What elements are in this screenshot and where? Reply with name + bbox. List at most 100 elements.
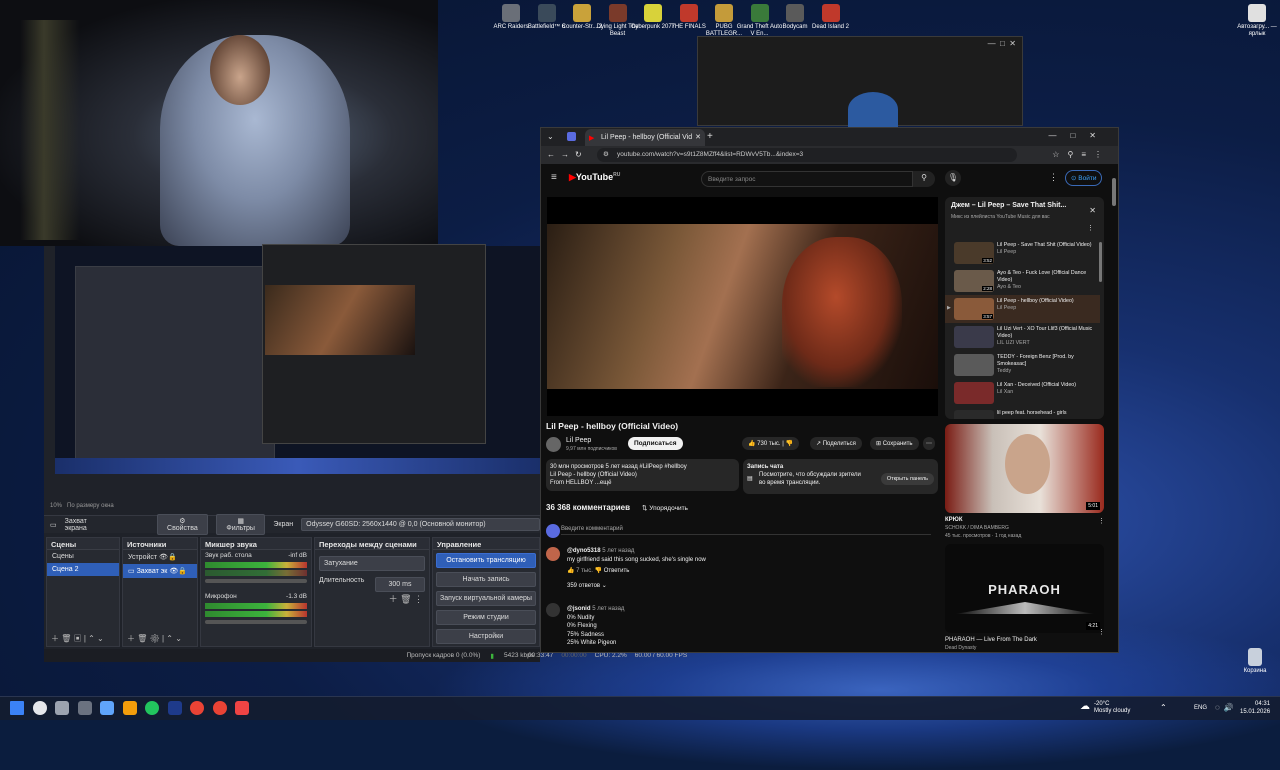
- signin-button[interactable]: ⊙ Войти: [1065, 170, 1103, 186]
- search-icon[interactable]: [32, 701, 47, 715]
- source-item[interactable]: Устройст 👁🔒: [123, 550, 197, 564]
- new-tab-icon[interactable]: +: [707, 131, 713, 142]
- save-button[interactable]: ⊞ Сохранить: [870, 437, 919, 450]
- search-icon[interactable]: ⚲: [913, 171, 935, 187]
- sources-title: Источники: [123, 538, 197, 550]
- tray-icons[interactable]: ⌃: [1160, 703, 1167, 712]
- rec-thumbnail[interactable]: 5:01: [945, 424, 1104, 513]
- volume-slider[interactable]: [205, 620, 307, 624]
- obs-icon[interactable]: [235, 701, 249, 715]
- menu-icon[interactable]: ≡: [551, 172, 557, 183]
- close-playlist-icon[interactable]: ✕: [1089, 206, 1096, 215]
- share-button[interactable]: ↗ Поделиться: [810, 437, 862, 450]
- subscribe-button[interactable]: Подписаться: [628, 437, 683, 450]
- lock-icon: 🔒: [167, 554, 177, 561]
- properties-button[interactable]: ⚙ Свойства: [156, 514, 208, 535]
- more-actions-icon[interactable]: ⋯: [923, 437, 935, 450]
- microphone-icon[interactable]: 🎙: [945, 170, 961, 186]
- close-tab-icon[interactable]: ✕: [695, 133, 701, 141]
- nav-buttons[interactable]: ←→↻: [547, 150, 588, 159]
- rec-menu-icon[interactable]: ⋮: [1098, 628, 1105, 636]
- playlist-scrollbar[interactable]: [1099, 242, 1102, 282]
- explorer-icon[interactable]: [100, 701, 114, 715]
- scene-item-selected[interactable]: Сцена 2: [47, 563, 119, 576]
- rec-face: [1005, 434, 1050, 494]
- dislike-icon[interactable]: 👎: [595, 568, 602, 574]
- channel-name[interactable]: Lil Peep: [566, 437, 591, 444]
- steam-icon[interactable]: [167, 701, 182, 715]
- virtual-camera-button[interactable]: Запуск виртуальной камеры: [436, 591, 536, 606]
- transition-toolbar[interactable]: ＋ 🗑 ⋮: [389, 592, 423, 605]
- system-tray-icons[interactable]: ◌🔊: [1215, 703, 1238, 712]
- volume-slider[interactable]: [205, 579, 307, 583]
- reply-button[interactable]: Ответить: [604, 568, 630, 574]
- spotify-icon[interactable]: [145, 701, 159, 715]
- mixer-channel: Микрофон -1.3 dB: [201, 591, 311, 626]
- chrome-icon[interactable]: [212, 701, 227, 715]
- studio-mode-button[interactable]: Режим студии: [436, 610, 536, 625]
- monitor-select[interactable]: Odyssey G60SD: 2560x1440 @ 0,0 (Основной…: [301, 518, 540, 531]
- scene-toolbar[interactable]: ＋ 🗑 ▣ | ⌃ ⌄: [51, 633, 104, 644]
- like-button[interactable]: 👍 730 тыс. | 👎: [742, 437, 799, 450]
- playlist-item[interactable]: 3:52 Lil Peep - Save That Shit (Official …: [945, 239, 1100, 267]
- window-controls[interactable]: —□✕: [1048, 131, 1110, 140]
- folder-icon[interactable]: [122, 701, 137, 715]
- rec-info: PHARAOH — Live From The Dark Dead Dynast…: [945, 637, 1037, 651]
- duration-input[interactable]: 300 ms: [375, 577, 425, 592]
- playlist-item[interactable]: Lil Xan - Deceived (Official Video) Lil X…: [945, 379, 1100, 407]
- playlist-item[interactable]: lil peep feat. horsehead - girls: [945, 407, 1100, 419]
- playlist-item[interactable]: TEDDY - Foreign Benz [Prod. by Smokeasac…: [945, 351, 1100, 379]
- clock[interactable]: 04:31 15.01.2026: [1240, 700, 1270, 716]
- playlist-item[interactable]: Lil Uzi Vert - XO Tour Llif3 (Official M…: [945, 323, 1100, 351]
- playlist-menu-icon[interactable]: ⋮: [1087, 224, 1094, 232]
- language-indicator[interactable]: ENG: [1194, 705, 1207, 711]
- scene-item[interactable]: Сцены: [47, 550, 119, 563]
- desktop-icon[interactable]: Dead Island 2: [808, 4, 854, 31]
- extension-icon[interactable]: [567, 132, 576, 141]
- youtube-favicon-icon: ▶: [589, 135, 595, 142]
- windows-start-icon[interactable]: [10, 701, 24, 715]
- tab-search-icon[interactable]: ⌄: [547, 132, 554, 141]
- playlist-item[interactable]: 2:28 Ayo & Teo - Fuck Love (Official Danc…: [945, 267, 1100, 295]
- toolbar-icons[interactable]: ☆⚲≡⋮: [1052, 150, 1110, 159]
- channel-avatar[interactable]: [546, 437, 561, 452]
- video-player[interactable]: [547, 197, 938, 416]
- open-chat-button[interactable]: Открыть панель: [880, 473, 934, 485]
- floating-window[interactable]: — □ ✕: [697, 36, 1023, 127]
- settings-icon[interactable]: [77, 701, 92, 715]
- comment-input[interactable]: Введите комментарий: [561, 526, 931, 535]
- stop-stream-button[interactable]: Остановить трансляцию: [436, 553, 536, 568]
- youtube-logo[interactable]: ▶YouTubeRU: [569, 172, 620, 183]
- task-view-icon[interactable]: [55, 701, 69, 715]
- rec-menu-icon[interactable]: ⋮: [1098, 517, 1105, 525]
- settings-button[interactable]: Настройки: [436, 629, 536, 644]
- start-recording-button[interactable]: Начать запись: [436, 572, 536, 587]
- monitor-icon: ▭: [50, 521, 57, 529]
- filters-button[interactable]: ▦ Фильтры: [215, 514, 266, 535]
- weather-widget[interactable]: ☁ -20°C Mostly cloudy: [1080, 701, 1130, 715]
- game-icon: [573, 4, 591, 22]
- recycle-bin[interactable]: Корзина: [1232, 648, 1278, 675]
- transition-select[interactable]: Затухание: [319, 556, 425, 571]
- sort-button[interactable]: ⇅ Упорядочить: [642, 504, 688, 512]
- replies-toggle[interactable]: 359 ответов ⌄: [567, 582, 706, 589]
- description-box[interactable]: 30 млн просмотров 5 лет назад #LilPeep #…: [546, 459, 739, 491]
- playlist-item-info: TEDDY - Foreign Benz [Prod. by Smokeasac…: [997, 354, 1074, 374]
- search-input[interactable]: Введите запрос: [701, 171, 913, 187]
- autostart-shortcut[interactable]: Автозагру... — ярлык: [1234, 4, 1280, 38]
- comment: @dyno5318 5 лет назад my girlfriend said…: [567, 548, 706, 589]
- source-dock-toolbar[interactable]: ＋ 🗑 ⚙ | ⌃ ⌄: [127, 633, 182, 644]
- more-options-icon[interactable]: ⋮: [1049, 172, 1058, 183]
- playlist-subtitle: Микс из плейлиста YouTube Music для вас: [951, 214, 1050, 220]
- address-bar[interactable]: ⚙ youtube.com/watch?v=s9t1Z8MZff4&list=R…: [597, 148, 1017, 162]
- page-scrollbar[interactable]: [1112, 178, 1116, 206]
- chrome-icon[interactable]: [190, 701, 204, 715]
- playlist-item-active[interactable]: ▶ 3:57 Lil Peep - hellboy (Official Video)…: [945, 295, 1100, 323]
- like-icon[interactable]: 👍: [567, 568, 574, 574]
- playlist-thumbnail: [954, 382, 994, 404]
- rec-thumbnail[interactable]: PHARAOH 4:21: [945, 544, 1104, 633]
- window-controls[interactable]: — □ ✕: [988, 39, 1016, 48]
- source-item-selected[interactable]: ▭ Захват эк 👁🔒: [123, 564, 197, 578]
- tab-active[interactable]: ▶ Lil Peep - hellboy (Official Vid ✕: [585, 129, 705, 146]
- scenes-title: Сцены: [47, 538, 119, 550]
